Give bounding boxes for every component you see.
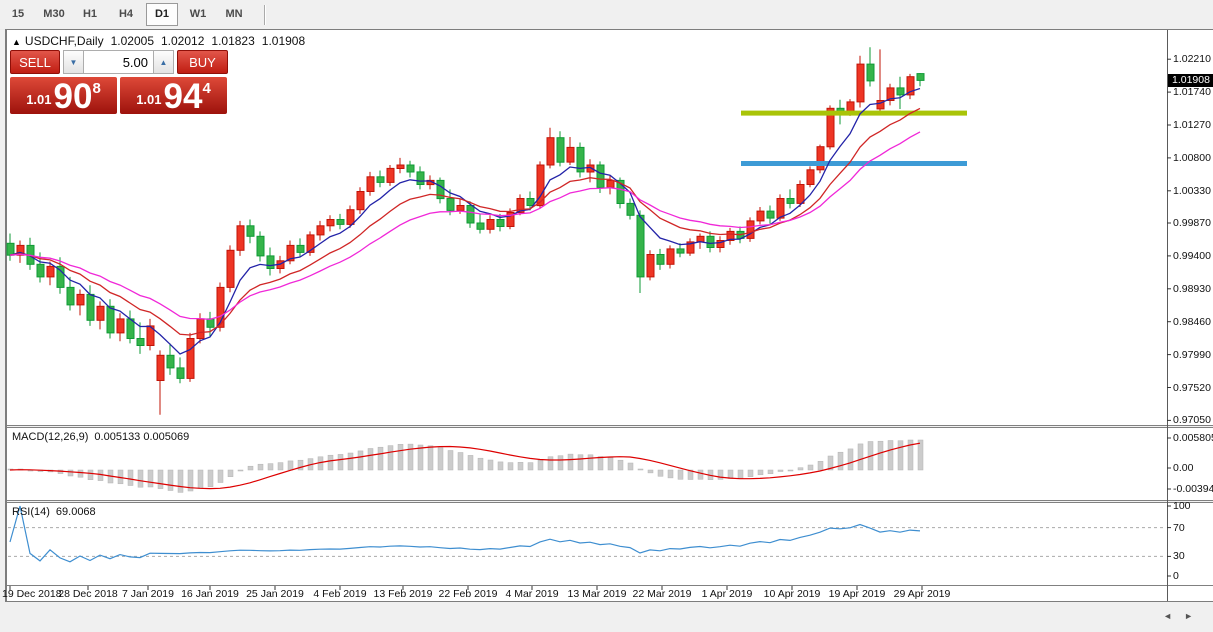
sell-price-sup: 8 [92, 80, 101, 97]
timeframe-button-d1[interactable]: D1 [146, 3, 178, 26]
symbol-marker-icon: ▲ [12, 37, 21, 47]
sell-price-panel[interactable]: 1.01 90 8 [10, 77, 117, 114]
price-axis-label: 0.97520 [1173, 382, 1211, 394]
timeframe-button-h4[interactable]: H4 [110, 3, 142, 26]
rsi-axis-label: 0 [1173, 570, 1179, 582]
price-axis-label: 1.01270 [1173, 119, 1211, 131]
date-axis-label: 7 Jan 2019 [122, 588, 174, 600]
macd-axis-label: -0.003945 [1173, 483, 1213, 495]
terminal-window: 15 M30 H1 H4 D1 W1 MN ▲ USDCHF,Daily 1.02005 1.02… [0, 0, 1213, 632]
price-axis-label: 1.00330 [1173, 185, 1211, 197]
open-value: 1.02005 [110, 34, 154, 48]
date-axis-label: 28 Dec 2018 [58, 588, 118, 600]
timeframe-button-mn[interactable]: MN [218, 3, 250, 26]
date-axis-label: 13 Mar 2019 [567, 588, 627, 600]
rsi-value: 69.0068 [55, 506, 96, 518]
rsi-label: RSI(14) 69.0068 [12, 506, 102, 518]
symbol-name: USDCHF,Daily [24, 34, 104, 48]
date-axis-label: 16 Jan 2019 [181, 588, 239, 600]
macd-axis-label: 0.005805 [1173, 432, 1213, 444]
rsi-axis-label: 100 [1173, 500, 1191, 512]
price-axis-divider [1167, 30, 1168, 601]
timeframe-button-h1[interactable]: H1 [74, 3, 106, 26]
macd-axis-label: 0.00 [1173, 462, 1194, 474]
date-axis-label: 19 Apr 2019 [828, 588, 886, 600]
date-axis-label: 4 Feb 2019 [313, 588, 367, 600]
chart-ohlc-header: ▲ USDCHF,Daily 1.02005 1.02012 1.01823 1.0190… [12, 34, 312, 48]
rsi-axis-label: 70 [1173, 522, 1185, 534]
volume-input[interactable] [84, 50, 153, 74]
date-axis-label: 10 Apr 2019 [763, 588, 821, 600]
one-click-trading-widget: SELL ▼ ▲ BUY 1.01 90 8 1.01 94 4 [10, 50, 230, 114]
timeframe-toolbar: 15 M30 H1 H4 D1 W1 MN [0, 0, 1213, 29]
date-axis-label: 25 Jan 2019 [246, 588, 304, 600]
panel-separator-main-macd[interactable] [7, 425, 1213, 428]
tab-nav-arrows: ◄► [1163, 611, 1205, 621]
buy-price-big: 94 [163, 76, 203, 116]
buy-price-prefix: 1.01 [136, 92, 162, 107]
low-value: 1.01823 [211, 34, 255, 48]
tab-nav-right-icon[interactable]: ► [1184, 611, 1205, 621]
price-axis-label: 0.97050 [1173, 414, 1211, 426]
price-axis-label: 0.98930 [1173, 283, 1211, 295]
price-axis-label: 0.99400 [1173, 250, 1211, 262]
price-axis-label: 1.01740 [1173, 86, 1211, 98]
timeframe-button-m30[interactable]: M30 [38, 3, 70, 26]
sell-price-prefix: 1.01 [26, 92, 52, 107]
price-axis-label: 0.98460 [1173, 316, 1211, 328]
macd-name: MACD(12,26,9) [12, 431, 89, 443]
buy-price-sup: 4 [202, 80, 211, 97]
price-axis-label: 0.99870 [1173, 217, 1211, 229]
panel-separator-macd-rsi[interactable] [7, 500, 1213, 503]
price-axis-label: 1.00800 [1173, 152, 1211, 164]
date-axis-label: 29 Apr 2019 [893, 588, 951, 600]
volume-decrease-button[interactable]: ▼ [63, 50, 84, 74]
date-axis-label: 22 Mar 2019 [632, 588, 692, 600]
tab-nav-left-icon[interactable]: ◄ [1163, 611, 1184, 621]
buy-button[interactable]: BUY [177, 50, 228, 74]
date-axis-label: 19 Dec 2018 [2, 588, 62, 600]
buy-price-panel[interactable]: 1.01 94 4 [120, 77, 227, 114]
macd-label: MACD(12,26,9) 0.005133 0.005069 [12, 431, 195, 443]
sell-price-big: 90 [53, 76, 93, 116]
high-value: 1.02012 [161, 34, 205, 48]
price-axis-label: 1.02210 [1173, 53, 1211, 65]
current-price-tag: 1.01908 [1168, 74, 1213, 87]
toolbar-separator [264, 4, 266, 25]
panel-separator-rsi-dates [7, 585, 1213, 586]
close-value: 1.01908 [261, 34, 306, 48]
rsi-axis-label: 30 [1173, 550, 1185, 562]
macd-values: 0.005133 0.005069 [94, 431, 190, 443]
timeframe-button-w1[interactable]: W1 [182, 3, 214, 26]
rsi-name: RSI(14) [12, 506, 50, 518]
sell-button[interactable]: SELL [10, 50, 60, 74]
volume-increase-button[interactable]: ▲ [153, 50, 174, 74]
date-axis-label: 13 Feb 2019 [373, 588, 433, 600]
price-axis-label: 0.97990 [1173, 349, 1211, 361]
timeframe-button-15[interactable]: 15 [2, 3, 34, 26]
date-axis-label: 1 Apr 2019 [701, 588, 753, 600]
date-axis-label: 22 Feb 2019 [438, 588, 498, 600]
chart-window-border-bottom [5, 601, 1213, 602]
date-axis-label: 4 Mar 2019 [505, 588, 559, 600]
